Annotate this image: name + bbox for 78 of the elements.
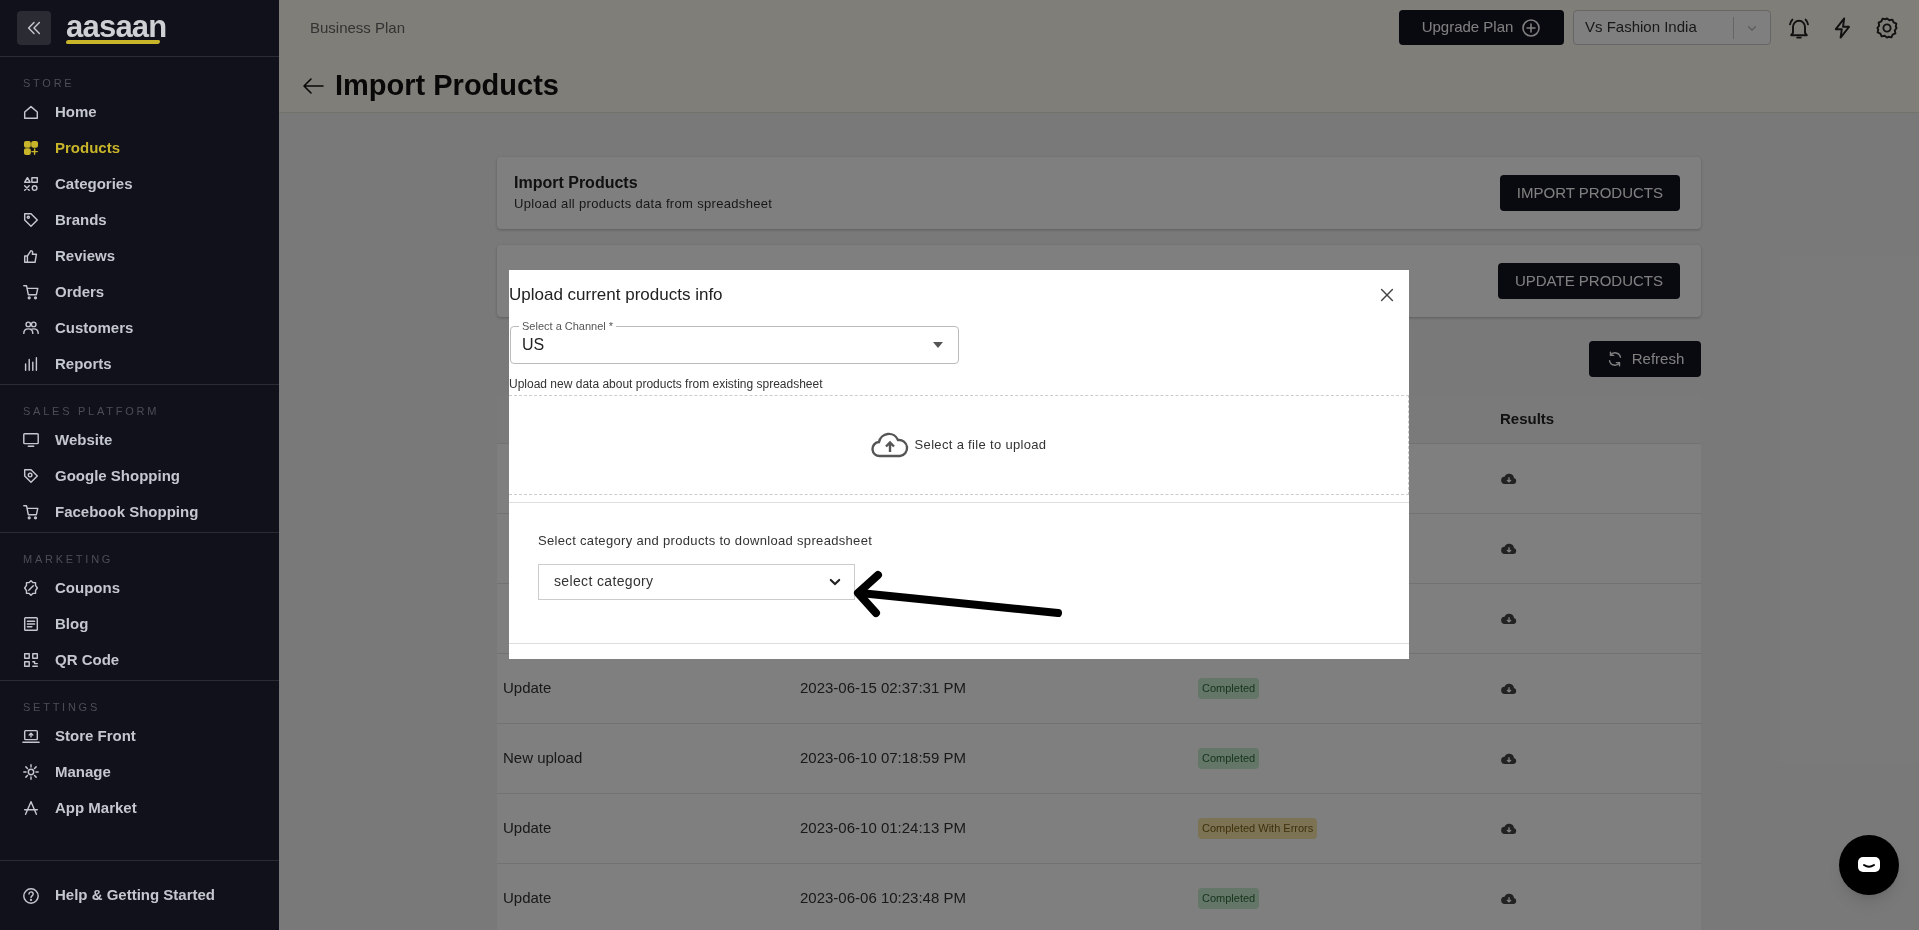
status-badge: Completed With Errors [1198,818,1318,839]
refresh-button[interactable]: Refresh [1589,341,1701,377]
document-icon [22,615,40,633]
action-button[interactable]: IMPORT PRODUCTS [1499,175,1680,211]
section-heading: MARKETING [22,552,115,566]
help-link[interactable]: Help & Getting Started [0,884,215,907]
status-badge: Completed [1198,888,1260,909]
store-select[interactable]: Vs Fashion India [1573,10,1771,45]
status-badge: Completed [1198,678,1260,699]
section-label: Select category and products to download spreadsheet [538,532,874,550]
table-cell-text: Update [502,888,552,909]
collapse-button[interactable] [17,11,51,45]
back-button[interactable] [301,75,325,96]
page-title: Import Products [335,68,559,103]
sidebar-item[interactable]: Categories [0,166,279,202]
sidebar-item[interactable]: Manage [0,754,279,790]
upgrade-button[interactable]: Upgrade Plan [1399,10,1564,45]
section-heading: SETTINGS [22,700,101,714]
status-badge: Completed [1198,748,1260,769]
shapes-icon [22,175,40,193]
sidebar-item[interactable]: App Market [0,790,279,826]
sidebar-item[interactable]: QR Code [0,642,279,678]
sidebar-item[interactable]: Coupons [0,570,279,606]
close-icon [1378,286,1396,304]
sidebar-item[interactable]: Orders [0,274,279,310]
home-icon [22,103,40,121]
coupon-icon [22,579,40,597]
qr-code-icon [22,651,40,669]
sidebar-item[interactable]: Store Front [0,718,279,754]
sidebar-item[interactable]: Blog [0,606,279,642]
sidebar-item[interactable]: Home [0,94,279,130]
action-button[interactable]: UPDATE PRODUCTS [1497,263,1680,299]
card-subtitle: Upload all products data from spreadsheet [514,195,773,214]
table-cell-text: 2023-06-10 01:24:13 PM [800,818,966,839]
laptop-icon [22,727,40,745]
bar-chart-icon [22,355,40,373]
dropdown-triangle-icon [932,341,944,349]
settings-icon [1875,15,1899,40]
thumbs-up-icon [22,247,40,265]
chat-button[interactable] [1839,835,1899,895]
sidebar-item[interactable]: Brands [0,202,279,238]
tag-icon [22,211,40,229]
section-heading: SALES PLATFORM [22,404,161,418]
cloud-upload-icon [870,431,909,459]
file-dropzone[interactable]: Select a file to upload [509,395,1409,495]
sidebar-item[interactable]: Facebook Shopping [0,494,279,530]
people-icon [22,319,40,337]
sidebar-item[interactable]: Customers [0,310,279,346]
table-cell-text: 2023-06-15 02:37:31 PM [800,678,966,699]
help-icon [22,886,40,905]
modal-title: Upload current products info [509,284,723,307]
table-cell-text: 2023-06-06 10:23:48 PM [800,888,966,909]
table-cell-text: Update [502,678,552,699]
grid-icon [22,139,40,157]
helper-text: Upload new data about products from existing spreadsheet [509,376,824,393]
category-select[interactable]: select category [538,563,855,600]
table-cell-text: 2023-06-10 07:18:59 PM [800,748,966,769]
close-button[interactable] [1378,286,1396,304]
plan-name: Business Plan [310,18,406,38]
chat-bubble-icon [1857,855,1881,875]
monitor-icon [22,431,40,449]
double-chevron-icon [25,19,43,37]
plus-circle-icon [1521,17,1542,38]
back-arrow-icon [301,75,325,96]
sidebar-item[interactable]: Products [0,130,279,166]
sidebar-item[interactable]: Reviews [0,238,279,274]
tag-icon [22,467,40,485]
sidebar-item[interactable]: Reports [0,346,279,382]
cart-icon [22,503,40,521]
logo: aasaan [66,12,167,44]
cart-icon [22,283,40,301]
sidebar-item[interactable]: Google Shopping [0,458,279,494]
table-cell-text: New upload [502,748,583,769]
table-cell-text: Update [502,818,552,839]
section-heading: STORE [22,76,76,90]
column-header: Results [1500,408,1556,429]
card-title: Import Products [514,173,639,194]
sidebar-item[interactable]: Website [0,422,279,458]
